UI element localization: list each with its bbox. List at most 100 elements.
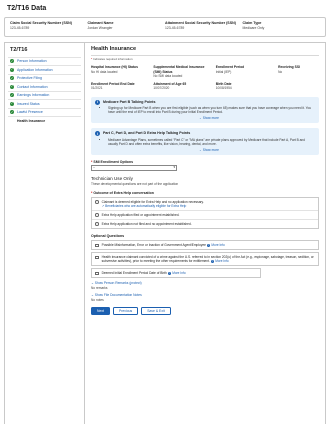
info-box-bullet: Signing up for Medicare Part B when you … <box>108 106 315 114</box>
page-title: T2/T16 Data <box>7 5 47 12</box>
attainment-ssn: Attainment Social Security Number (SSN) … <box>165 21 243 33</box>
sidebar-item-health-insurance[interactable]: Health Insurance <box>8 116 81 125</box>
check-circle-icon: ✓ <box>10 109 14 115</box>
attainment-age-65: Attainment of Age 65 10/07/2020 <box>153 81 187 90</box>
chevron-down-icon: ⌄ <box>91 281 94 286</box>
sidebar-item-earnings-information[interactable]: ✓ Earnings Information <box>8 90 81 100</box>
claim-type: Claim Type Medicare Only <box>243 21 321 33</box>
chevron-down-icon: ▾ <box>173 165 175 170</box>
chevron-down-icon: ⌄ <box>199 116 202 121</box>
info-icon: i <box>95 99 100 105</box>
sidebar-item-application-information[interactable]: ✓ Application Information <box>8 65 81 74</box>
check-circle-icon: ✓ <box>10 75 14 81</box>
radio-button[interactable] <box>95 213 99 217</box>
optional-crime-conviction[interactable]: Health insurance claimant convicted of a… <box>91 252 319 267</box>
radio-button[interactable] <box>95 222 99 226</box>
info-box-part-b: i Medicare Part B Talking Points Signing… <box>91 96 319 124</box>
sidebar-item-label: Earnings Information <box>17 93 50 98</box>
claim-type-value: Medicare Only <box>242 26 265 31</box>
sidebar-title: T2/T16 <box>10 46 28 53</box>
check-circle-icon: ✓ <box>10 101 14 106</box>
page: T2/T16 Data Claim Social Security Number… <box>0 0 330 424</box>
sidebar-item-label: Protective Filing <box>17 76 42 81</box>
current-step-indicator <box>10 119 14 123</box>
more-info-link[interactable]: i More Info <box>167 271 186 276</box>
required-note: * Indicates required information <box>91 56 133 61</box>
attainment-ssn-value: 123-45-6789 <box>165 26 185 31</box>
outcome-option-filed[interactable]: Extra Help application filed or appointm… <box>92 209 318 219</box>
chevron-down-icon: ⌄ <box>91 293 94 298</box>
claim-ssn-label: Claim Social Security Number (SSN) <box>10 20 72 25</box>
checkbox[interactable] <box>95 255 99 260</box>
info-box-bullet: Medicare Advantage Plans, sometimes call… <box>108 138 315 146</box>
attainment-ssn-label: Attainment Social Security Number (SSN) <box>165 20 236 25</box>
more-info-link[interactable]: i More Info <box>210 259 229 264</box>
show-file-notes-link[interactable]: ⌄ Show File Documentation Notes <box>91 293 319 297</box>
info-icon: i <box>210 259 215 264</box>
optional-misinformation[interactable]: Possible Misinformation, Error or Inacti… <box>91 240 319 251</box>
outcome-label: * Outcome of Extra Help conversation <box>91 191 154 196</box>
tech-title: Technician Use Only <box>91 175 133 181</box>
info-icon: i <box>167 271 172 276</box>
hi-status: Hospital Insurance (HI) Status No HI data… <box>91 65 138 74</box>
smi-options-select[interactable]: -- ▾ <box>91 165 177 171</box>
optional-deemed-iep[interactable]: Deemed Initial Enrollment Period Date of… <box>91 268 261 279</box>
enrollment-period-end-date: Enrollment Period End Date 01/2021 <box>91 81 135 90</box>
sidebar-item-label: Application Information <box>17 67 53 72</box>
claim-summary: Claim Social Security Number (SSN) 123-4… <box>4 16 326 37</box>
outcome-option-not-filed[interactable]: Extra Help application not filed and no … <box>92 218 318 228</box>
claim-ssn-value: 123-45-6789 <box>10 26 30 31</box>
sidebar-item-label: Health Insurance <box>17 118 46 123</box>
claim-type-label: Claim Type <box>242 20 262 25</box>
action-buttons: Next Previous Save & Exit <box>91 307 319 316</box>
save-exit-button[interactable]: Save & Exit <box>141 307 171 316</box>
sidebar: T2/T16 ✓ Person Information ✓ Applicatio… <box>5 42 85 424</box>
auto-eligible-link[interactable]: ↗ Beneficiaries who are automatically el… <box>102 204 204 208</box>
birth-date: Birth Date 10/08/1954 <box>215 81 232 90</box>
claimant-name-label: Claimant Name <box>87 20 114 25</box>
info-box-title: Part C, Part D, and Part D Extra Help Ta… <box>103 131 191 136</box>
sidebar-item-label: Insured Status <box>17 101 40 106</box>
check-circle-icon: ✓ <box>10 58 14 64</box>
show-more-link[interactable]: ⌄ Show more <box>103 116 315 120</box>
sidebar-item-person-information[interactable]: ✓ Person Information <box>8 56 81 66</box>
info-box-part-c-d: i Part C, Part D, and Part D Extra Help … <box>91 128 319 155</box>
previous-button[interactable]: Previous <box>112 307 139 316</box>
sidebar-item-label: Person Information <box>17 59 47 64</box>
claim-ssn: Claim Social Security Number (SSN) 123-4… <box>10 21 88 33</box>
checkbox[interactable] <box>95 271 99 276</box>
show-person-remarks-link[interactable]: ⌄ Show Person Remarks (protect) <box>91 281 319 285</box>
info-icon: i <box>206 243 211 248</box>
sidebar-item-contact-information[interactable]: ✓ Contact Information <box>8 82 81 91</box>
optional-questions-title: Optional Questions <box>91 233 125 238</box>
section-title: Health Insurance <box>91 46 319 56</box>
radio-button[interactable] <box>95 200 99 204</box>
info-icon: i <box>95 131 100 137</box>
outcome-option-eligible[interactable]: Claimant is deemed eligible for Extra He… <box>92 198 318 210</box>
external-link-icon: ↗ <box>101 203 105 208</box>
content-layout: T2/T16 ✓ Person Information ✓ Applicatio… <box>4 41 326 424</box>
checkbox[interactable] <box>95 243 99 248</box>
more-info-link[interactable]: i More Info <box>206 243 225 248</box>
person-remarks-value: No remarks <box>91 286 108 291</box>
sidebar-item-label: Lawful Presence <box>17 110 43 115</box>
insurance-summary: Hospital Insurance (HI) Status No HI data… <box>91 65 319 91</box>
next-button[interactable]: Next <box>91 307 110 316</box>
sidebar-item-label: Contact Information <box>17 84 48 89</box>
check-circle-icon: ✓ <box>10 67 14 72</box>
show-more-link[interactable]: ⌄ Show more <box>103 148 315 152</box>
sidebar-item-protective-filing[interactable]: ✓ Protective Filing <box>8 73 81 83</box>
smi-options-label: * SMI Enrollment Options <box>91 159 134 164</box>
tech-subtitle: These developmental questions are not pa… <box>91 182 179 187</box>
outcome-radio-group: Claimant is deemed eligible for Extra He… <box>91 196 319 229</box>
receiving-ssi: Receiving SSI No <box>278 65 300 74</box>
file-notes-value: No notes <box>91 298 104 303</box>
info-box-title: Medicare Part B Talking Points <box>103 99 156 104</box>
main-panel: Health Insurance * Indicates required in… <box>85 43 325 424</box>
smi-status: Supplemental Medical Insurance (SMI) Sta… <box>153 65 205 78</box>
claimant-name: Claimant Name Jordan Wrangler <box>88 21 166 33</box>
sidebar-item-lawful-presence[interactable]: ✓ Lawful Presence <box>8 107 81 117</box>
claimant-name-value: Jordan Wrangler <box>87 26 113 31</box>
sidebar-item-insured-status[interactable]: ✓ Insured Status <box>8 99 81 108</box>
enrollment-period: Enrollment Period Initial (IEP) <box>215 65 245 74</box>
